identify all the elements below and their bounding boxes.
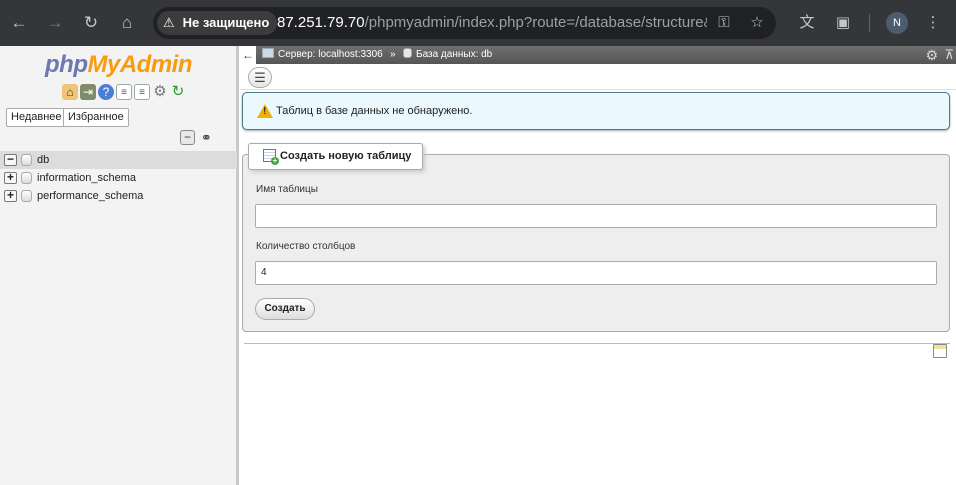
security-chip[interactable]: ⚠ Не защищено (157, 11, 278, 35)
navigation-panel: phpMyAdmin ⌂ ⇥ ? ≡ ≡ ⚙ ↻ Недавнее Избран… (0, 46, 239, 485)
browser-toolbar: ← → ↻ ⌂ ⚠ Не защищено 87.251.79.70/phpmy… (0, 0, 956, 46)
phpmyadmin-logo[interactable]: phpMyAdmin (0, 51, 237, 79)
tree-item-information-schema[interactable]: + information_schema (0, 169, 237, 187)
url-text[interactable]: 87.251.79.70/phpmyadmin/index.php?route=… (277, 7, 707, 39)
star-icon[interactable]: ☆ (746, 12, 768, 34)
collapse-icon[interactable]: − (4, 153, 17, 166)
warning-icon (257, 104, 273, 118)
expand-icon[interactable]: + (4, 189, 17, 202)
database-icon (21, 154, 32, 166)
refresh-icon[interactable]: ↻ (170, 84, 186, 100)
address-bar[interactable]: ⚠ Не защищено 87.251.79.70/phpmyadmin/in… (153, 7, 776, 39)
toolbar-divider (869, 14, 870, 32)
server-icon (262, 48, 274, 58)
reload-icon[interactable]: ↻ (80, 12, 102, 34)
breadcrumb-server[interactable]: Сервер: localhost:3306 (262, 46, 383, 64)
notice-message: Таблиц в базе данных не обнаружено. (276, 105, 473, 117)
docs-icon[interactable]: ≡ (134, 84, 150, 100)
breadcrumb-separator: » (390, 49, 396, 60)
menu-bar: ☰ (240, 64, 956, 90)
database-icon (21, 190, 32, 202)
extensions-icon[interactable]: ▣ (832, 12, 854, 34)
settings-icon[interactable]: ⚙ (152, 84, 168, 100)
key-icon[interactable]: ⚿ (713, 12, 735, 34)
create-table-legend: + Создать новую таблицу (248, 143, 424, 170)
breadcrumb: ← Сервер: localhost:3306 » База данных: … (240, 46, 956, 64)
translate-icon[interactable]: 文 (796, 12, 818, 34)
column-count-input[interactable]: 4 (255, 261, 937, 285)
divider (244, 343, 950, 344)
security-label: Не защищено (182, 15, 270, 30)
tree-item-performance-schema[interactable]: + performance_schema (0, 187, 237, 205)
expand-icon[interactable]: + (4, 171, 17, 184)
home-icon[interactable]: ⌂ (62, 84, 78, 100)
notice-box: Таблиц в базе данных не обнаружено. (242, 92, 950, 130)
collapse-icon[interactable]: ⊼ (944, 46, 954, 64)
tab-recent[interactable]: Недавнее (6, 108, 67, 127)
warning-icon: ⚠ (163, 15, 175, 30)
collapse-all-icon[interactable]: − (180, 130, 195, 145)
quick-links: ⌂ ⇥ ? ≡ ≡ ⚙ ↻ (62, 84, 186, 102)
database-tree: − db + information_schema + performance_… (0, 151, 237, 205)
new-table-icon: + (263, 149, 279, 165)
create-button[interactable]: Создать (255, 298, 315, 320)
tree-item-label[interactable]: performance_schema (37, 187, 143, 205)
breadcrumb-database[interactable]: База данных: db (403, 46, 492, 64)
help-icon[interactable]: ? (98, 84, 114, 100)
table-name-label: Имя таблицы (256, 184, 318, 195)
panel-resizer[interactable] (236, 46, 239, 485)
back-icon[interactable]: ← (8, 12, 30, 34)
collapse-panel-icon[interactable]: ← (240, 46, 256, 64)
forward-icon[interactable]: → (44, 12, 66, 34)
tab-favorites[interactable]: Избранное (63, 108, 129, 127)
table-name-input[interactable] (255, 204, 937, 228)
console-icon[interactable] (933, 344, 947, 358)
settings-icon[interactable]: ⚙ (925, 47, 938, 63)
profile-avatar[interactable]: N (886, 12, 908, 34)
hamburger-menu-icon[interactable]: ☰ (248, 67, 272, 88)
documentation-icon[interactable]: ≡ (116, 84, 132, 100)
tree-item-label[interactable]: db (37, 151, 49, 169)
link-icon[interactable]: ⚭ (199, 130, 214, 145)
tree-item-db[interactable]: − db (0, 151, 237, 169)
logout-icon[interactable]: ⇥ (80, 84, 96, 100)
database-icon (21, 172, 32, 184)
menu-icon[interactable]: ⋮ (922, 12, 944, 34)
home-icon[interactable]: ⌂ (116, 12, 138, 34)
tree-item-label[interactable]: information_schema (37, 169, 136, 187)
column-count-label: Количество столбцов (256, 241, 356, 252)
database-icon (403, 48, 412, 58)
